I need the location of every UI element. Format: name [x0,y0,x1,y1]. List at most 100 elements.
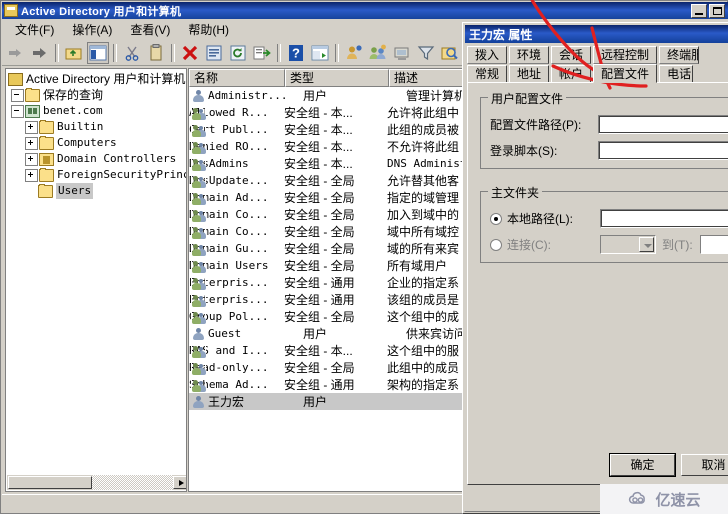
properties-icon[interactable] [203,42,225,64]
table-row[interactable]: Guest 用户 供来宾访问计 [189,325,466,342]
table-row[interactable]: 王力宏 用户 [189,393,466,410]
table-row[interactable]: Domain Gu... 安全组 - 全局 域的所有来宾 [189,240,466,257]
table-row[interactable]: Allowed R... 安全组 - 本... 允许将此组中 [189,104,466,121]
tree-node-computers[interactable]: Computers [8,135,186,151]
collapse-twisty-icon[interactable] [25,136,38,150]
table-row[interactable]: Enterpris... 安全组 - 通用 企业的指定系 [189,274,466,291]
collapse-twisty-icon[interactable] [25,152,38,166]
console-root-icon [8,72,23,86]
table-row[interactable]: Denied RO... 安全组 - 本... 不允许将此组 [189,138,466,155]
ok-button[interactable]: 确定 [609,453,676,477]
tab-address[interactable]: 地址 [509,65,550,83]
scrollbar-track[interactable] [92,475,173,490]
minimize-button[interactable] [691,3,707,18]
tree-node-saved-queries[interactable]: 保存的查询 [8,87,186,103]
collapse-twisty-icon[interactable] [25,120,38,134]
group-icon [191,190,206,205]
new-computer-icon[interactable] [391,42,413,64]
table-row[interactable]: Domain Users 安全组 - 全局 所有域用户 [189,257,466,274]
logon-script-input[interactable] [598,141,728,160]
show-hide-console-tree-icon[interactable] [87,41,109,64]
column-header-name[interactable]: 名称 [189,69,285,87]
expand-twisty-icon[interactable] [11,88,24,102]
table-row[interactable]: Group Pol... 安全组 - 全局 这个组中的成 [189,308,466,325]
refresh-icon[interactable] [227,42,249,64]
up-folder-icon[interactable] [63,42,85,64]
column-header-description[interactable]: 描述 [389,69,466,87]
new-user-icon[interactable] [343,42,365,64]
maximize-button[interactable] [709,3,725,18]
local-path-input[interactable] [600,209,728,228]
group-icon [191,258,206,273]
cell-name: 王力宏 [208,395,245,409]
paste-icon[interactable] [145,42,167,64]
tree-node-builtin[interactable]: Builtin [8,119,186,135]
tab-account[interactable]: 帐户 [551,65,592,83]
forward-arrow-icon[interactable] [29,42,51,64]
tree-node-domain-controllers[interactable]: Domain Controllers [8,151,186,167]
collapse-twisty-icon[interactable] [25,168,38,182]
cell-description: 这个组中的成 [387,310,460,324]
tab-profile[interactable]: 配置文件 [593,64,658,83]
tab-telephones[interactable]: 电话 [659,65,694,83]
tree-node-root[interactable]: Active Directory 用户和计算机 [8,71,186,87]
cell-description: 企业的指定系 [387,276,460,290]
group-icon [191,275,206,290]
group-icon [191,292,206,307]
table-row[interactable]: Read-only... 安全组 - 全局 此组中的成员 [189,359,466,376]
table-row[interactable]: RAS and I... 安全组 - 本... 这个组中的服 [189,342,466,359]
tab-environment[interactable]: 环境 [509,46,550,64]
scroll-right-arrow-icon[interactable] [173,476,186,489]
menu-item-action[interactable]: 操作(A) [63,19,121,40]
tab-terminal-services-profile[interactable]: 终端服务配置文件 [659,46,700,64]
tree-node-benet-com[interactable]: benet.com [8,103,186,119]
screenshot-root: Active Directory 用户和计算机 文件(F) 操作(A) 查看(V… [0,0,728,514]
tree-node-users[interactable]: Users [8,183,186,199]
table-row[interactable]: DnsUpdate... 安全组 - 全局 允许替其他客 [189,172,466,189]
tree-node-label: Active Directory 用户和计算机 [26,72,186,86]
toolbar-separator [277,43,281,62]
results-list-pane[interactable]: 名称 类型 描述 Administr...用户管理计算机 (Allowed R.… [188,68,467,492]
table-row[interactable]: Schema Ad... 安全组 - 通用 架构的指定系 [189,376,466,393]
cell-description: 架构的指定系 [387,378,460,392]
console-tree-pane[interactable]: Active Directory 用户和计算机 保存的查询 benet.com … [5,68,187,492]
tree-horizontal-scrollbar[interactable] [7,475,186,490]
help-icon[interactable]: ? [285,42,307,64]
table-row[interactable]: Domain Co... 安全组 - 全局 域中所有域控 [189,223,466,240]
connect-to-input[interactable] [700,235,728,254]
tab-general[interactable]: 常规 [467,65,508,83]
back-arrow-icon[interactable] [5,42,27,64]
menu-item-view[interactable]: 查看(V) [121,19,179,40]
table-row[interactable]: Enterpris... 安全组 - 通用 该组的成员是 [189,291,466,308]
menu-item-help[interactable]: 帮助(H) [179,19,238,40]
table-row[interactable]: Domain Co... 安全组 - 全局 加入到域中的 [189,206,466,223]
table-row[interactable]: Cert Publ... 安全组 - 本... 此组的成员被 [189,121,466,138]
folder-icon [39,167,54,182]
tree-node-foreign-security-principals[interactable]: ForeignSecurityPrincipals [8,167,186,183]
tab-sessions[interactable]: 会话 [551,46,592,64]
chevron-down-icon[interactable] [639,237,654,252]
find-icon[interactable] [439,42,461,64]
tab-remote-control[interactable]: 远程控制 [593,46,658,64]
table-row[interactable]: DnsAdmins 安全组 - 本... DNS Administ [189,155,466,172]
scrollbar-thumb[interactable] [8,476,92,489]
menu-item-file[interactable]: 文件(F) [6,19,63,40]
console-window-icon[interactable] [309,42,331,64]
table-row[interactable]: Administr... 用户 管理计算机 ( [189,87,466,104]
cancel-button[interactable]: 取消 [681,454,728,476]
profile-path-input[interactable] [598,115,728,134]
tab-dialin[interactable]: 拨入 [467,46,508,64]
delete-icon[interactable] [179,42,201,64]
connect-drive-select[interactable] [600,235,656,254]
tree-node-label: benet.com [43,104,103,117]
expand-twisty-icon[interactable] [11,104,24,118]
new-group-icon[interactable] [367,42,389,64]
table-row[interactable]: Domain Ad... 安全组 - 全局 指定的域管理 [189,189,466,206]
cut-icon[interactable] [121,42,143,64]
column-header-type[interactable]: 类型 [285,69,389,87]
connect-radio[interactable] [490,238,502,251]
export-list-icon[interactable] [251,42,273,64]
filter-icon[interactable] [415,42,437,64]
local-path-radio[interactable] [490,212,502,225]
user-icon [191,89,206,103]
